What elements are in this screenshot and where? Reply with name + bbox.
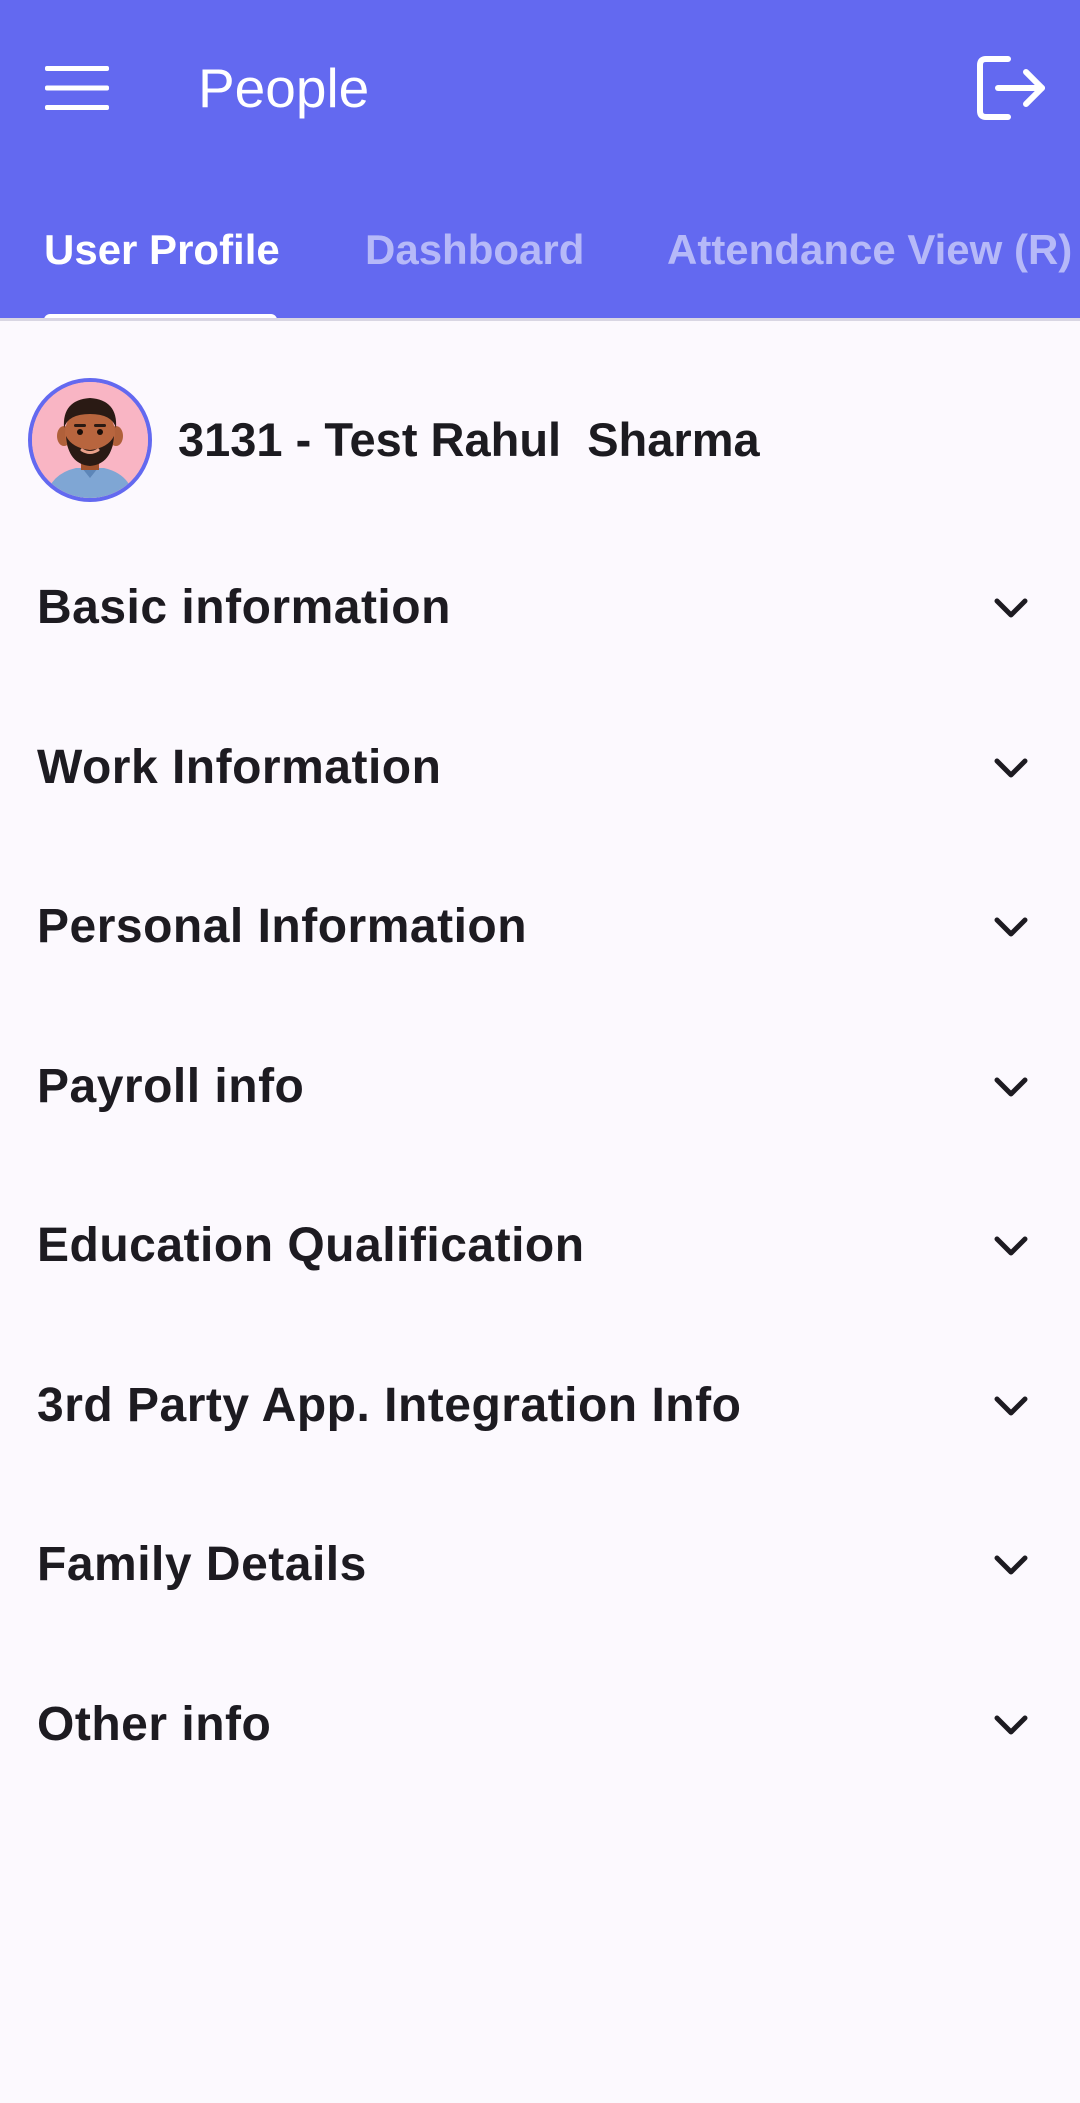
tab-bar-divider [0,318,1080,321]
section-work-information[interactable]: Work Information [0,690,1080,850]
section-title: Education Qualification [37,1219,585,1272]
section-other-info[interactable]: Other info [0,1647,1080,1807]
chevron-down-icon[interactable] [989,911,1033,943]
hamburger-menu-icon [45,66,109,110]
chevron-down-icon[interactable] [989,752,1033,784]
chevron-down-icon[interactable] [989,1390,1033,1422]
app-title: People [198,57,370,119]
section-family-details[interactable]: Family Details [0,1487,1080,1647]
chevron-down-icon[interactable] [989,1230,1033,1262]
tab-user-profile[interactable]: User Profile [44,222,280,278]
section-title: Personal Information [37,900,528,953]
tab-bar: User Profile Dashboard Attendance View (… [0,210,1080,318]
chevron-down-icon[interactable] [989,1071,1033,1103]
section-title: Work Information [37,740,442,794]
section-personal-information[interactable]: Personal Information [0,849,1080,1009]
tab-dashboard[interactable]: Dashboard [365,222,584,278]
tab-attendance-view[interactable]: Attendance View (R) [667,222,1072,278]
section-third-party-integration-info[interactable]: 3rd Party App. Integration Info [0,1328,1080,1488]
toolbar: People [0,0,1080,175]
section-title: Other info [37,1697,272,1751]
logout-button[interactable] [962,38,1062,138]
section-title: Basic information [37,581,451,634]
section-title: 3rd Party App. Integration Info [37,1378,742,1432]
user-avatar-icon [32,382,148,498]
menu-button[interactable] [27,38,127,138]
section-basic-information[interactable]: Basic information [0,530,1080,690]
profile-header: 3131 - Test Rahul Sharma [0,370,1080,510]
app-bar: People User Profile Dashboard Attendance… [0,0,1080,318]
section-payroll-info[interactable]: Payroll info [0,1009,1080,1169]
employee-name: 3131 - Test Rahul Sharma [178,413,760,466]
section-title: Family Details [37,1538,367,1591]
avatar[interactable] [28,378,152,502]
logout-icon [977,56,1045,120]
chevron-down-icon[interactable] [989,592,1033,624]
section-title: Payroll info [37,1059,305,1113]
section-education-qualification[interactable]: Education Qualification [0,1168,1080,1328]
profile-sections-list: Basic information Work Information Perso… [0,530,1080,1806]
chevron-down-icon[interactable] [989,1709,1033,1741]
chevron-down-icon[interactable] [989,1549,1033,1581]
